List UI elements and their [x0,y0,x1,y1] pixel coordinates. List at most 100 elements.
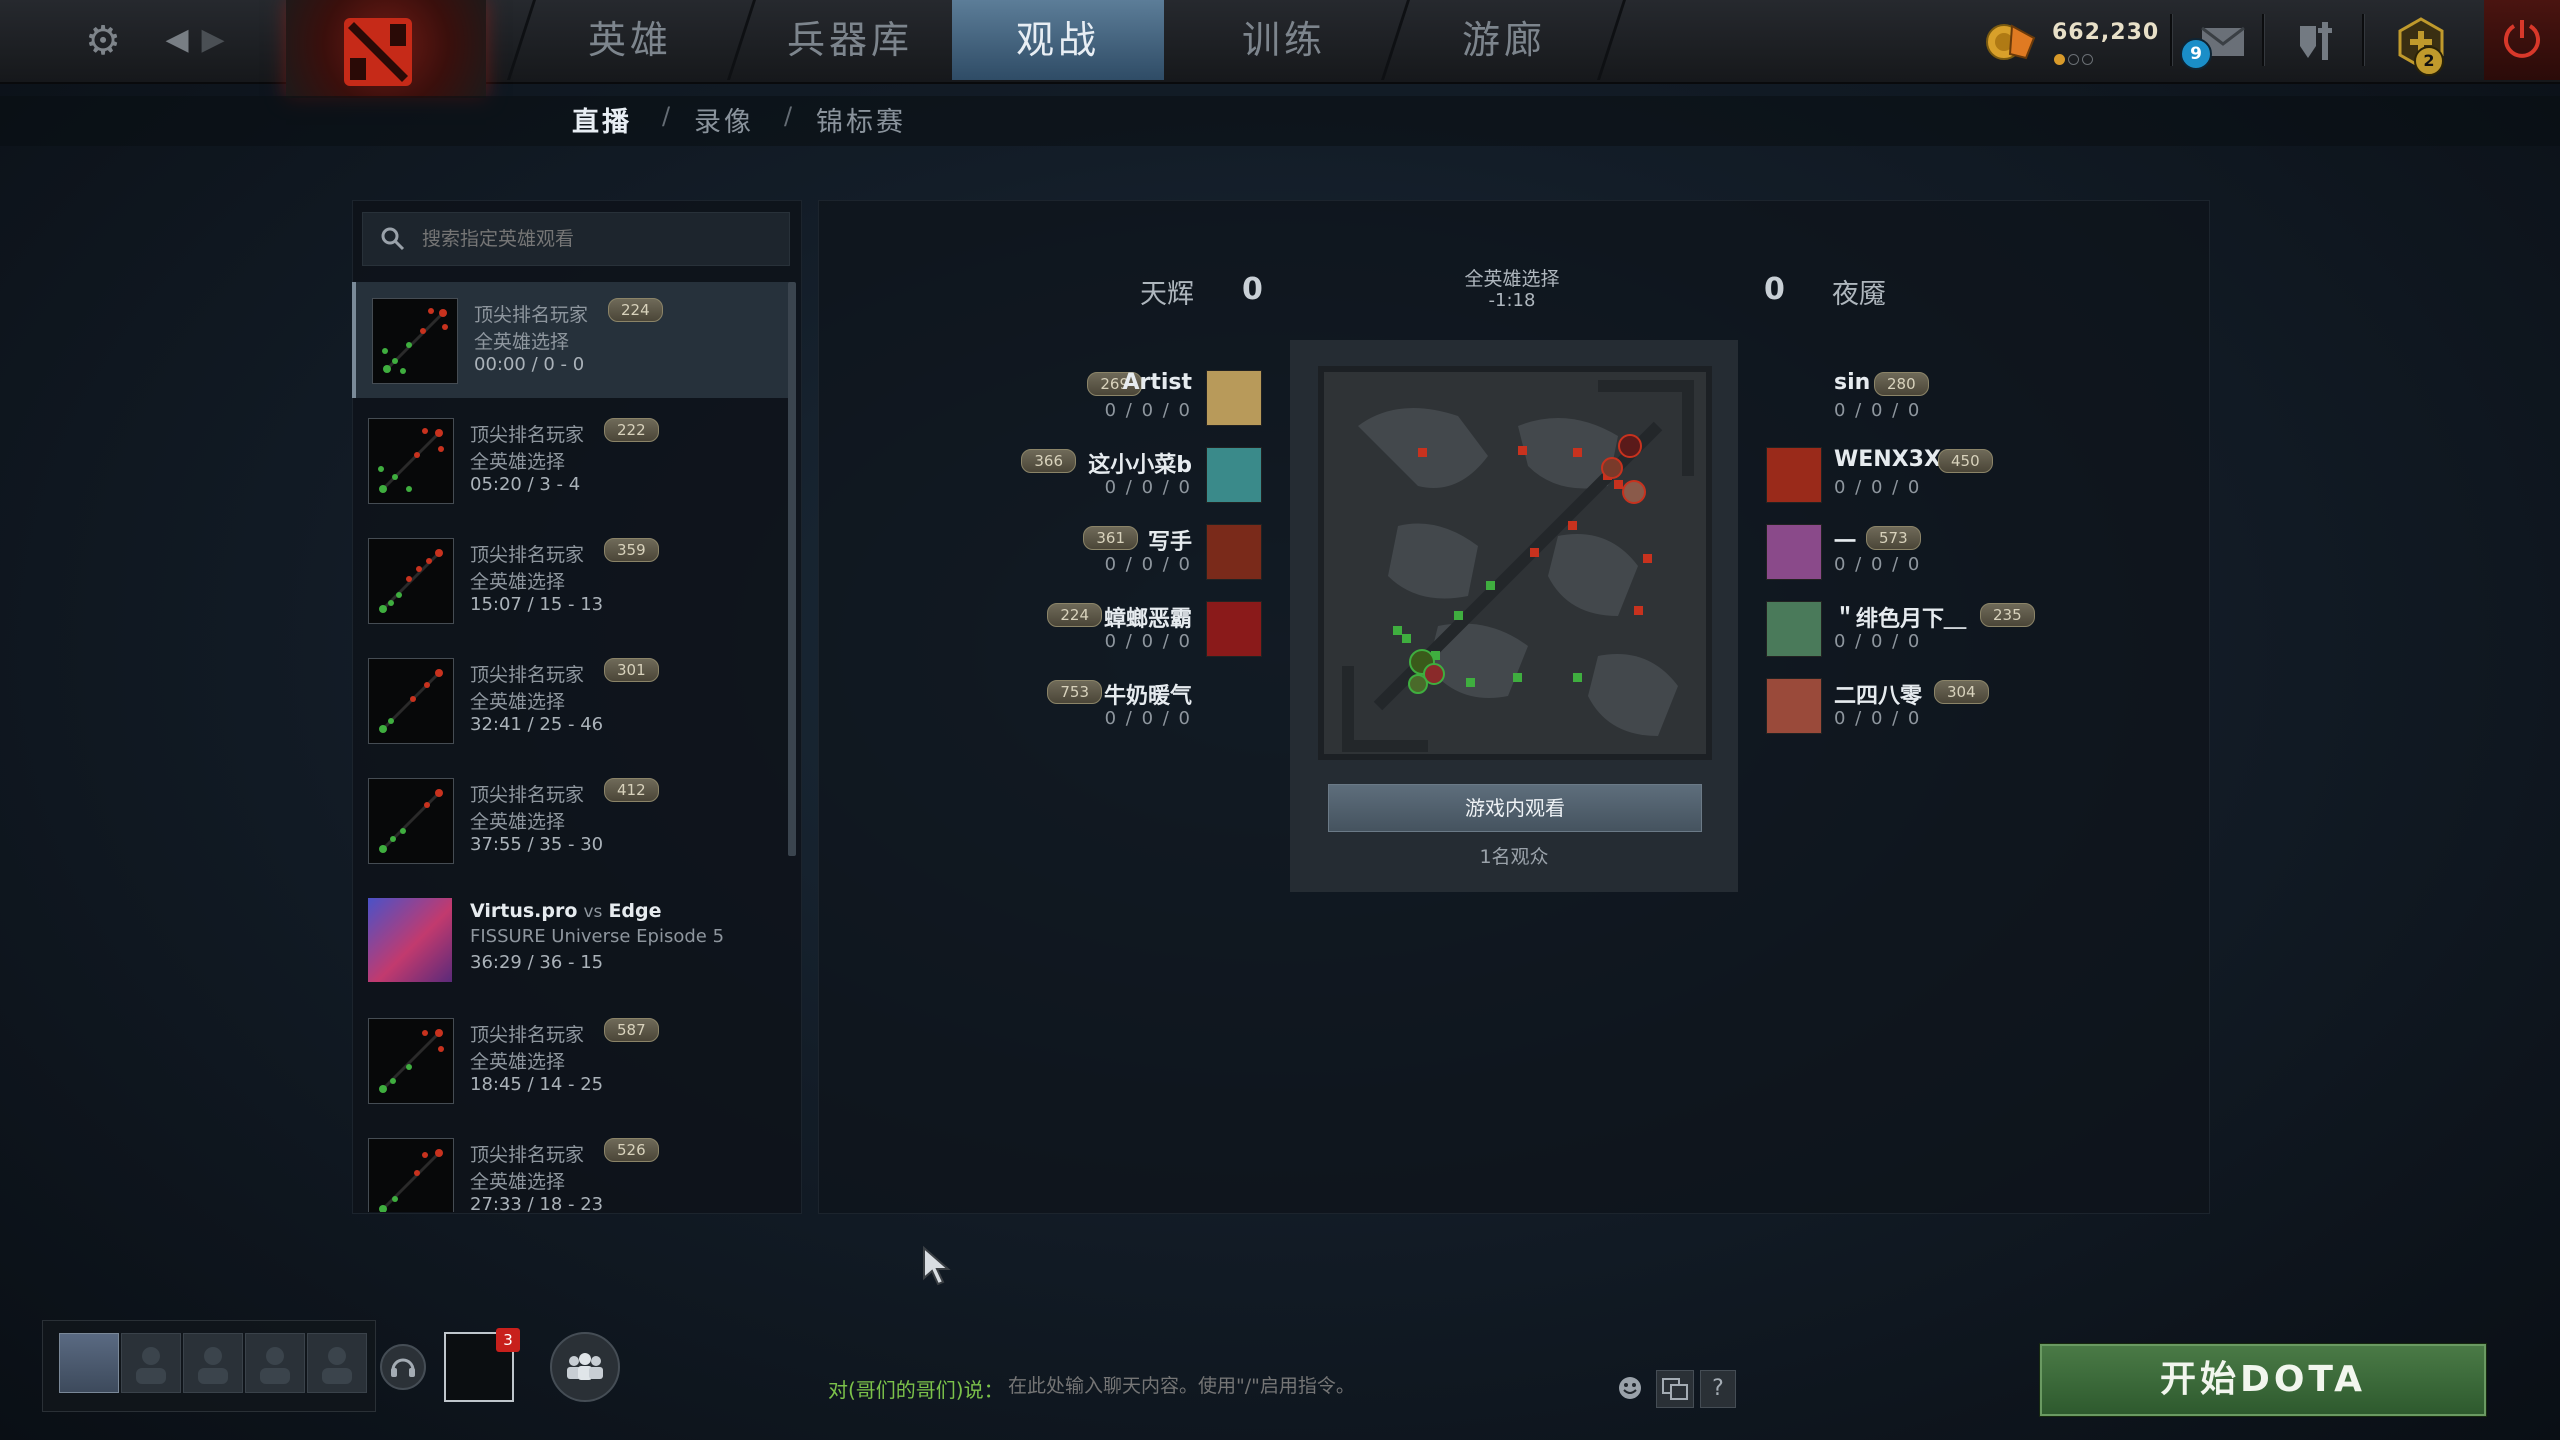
help-button[interactable]: ? [1700,1370,1736,1408]
forward-arrow-icon[interactable]: ▶ [196,22,230,58]
mmr-badge: 224 [1047,603,1102,627]
chat-count-badge: 3 [496,1328,520,1352]
player-row[interactable]: 269 Artist 0 / 0 / 0 [1000,368,1270,432]
game-title: 顶尖排名玩家 [470,664,585,686]
spectator-count: 1名观众 [1479,846,1549,868]
game-status: 00:00 / 0 - 0 [474,354,585,375]
live-game-item[interactable]: 顶尖排名玩家 587 全英雄选择 18:45 / 14 - 25 [352,1002,788,1118]
empty-party-slot[interactable] [245,1333,305,1393]
mail-count-badge: 9 [2180,38,2212,70]
radiant-team-name: 天辉 [1140,279,1194,310]
minimap-thumbnail [368,538,454,624]
player-name: ＂绯色月下＿ [1834,607,1967,632]
match-clock: -1:18 [1488,290,1536,311]
tournament-thumbnail [368,898,452,982]
hero-search-input[interactable] [420,224,764,254]
player-row[interactable]: 361 写手 0 / 0 / 0 [1000,522,1270,586]
hero-portrait [1766,447,1822,503]
live-game-item[interactable]: 顶尖排名玩家 224 全英雄选择 00:00 / 0 - 0 [352,282,792,398]
game-status: 15:07 / 15 - 13 [470,594,604,615]
quest-count-badge: 2 [2414,46,2444,76]
live-game-item[interactable]: 顶尖排名玩家 222 全英雄选择 05:20 / 3 - 4 [352,402,788,518]
dire-team-name: 夜魇 [1832,279,1886,310]
dota-logo-button[interactable] [286,0,486,98]
game-mode: 全英雄选择 [470,811,566,833]
minimap-thumbnail [368,778,454,864]
voice-chat-button[interactable] [380,1344,426,1390]
empty-party-slot[interactable] [121,1333,181,1393]
empty-party-slot[interactable] [307,1333,367,1393]
game-mode: 全英雄选择 [470,571,566,593]
game-title: 顶尖排名玩家 [470,1024,585,1046]
tab-armory[interactable]: 兵器库 [750,0,950,80]
game-status: 36:29 / 36 - 15 [470,952,604,973]
mmr-badge: 366 [1021,449,1076,473]
subtab-tournaments[interactable]: 锦标赛 [816,100,906,139]
tab-arcade[interactable]: 游廊 [1404,0,1604,80]
tab-heroes[interactable]: 英雄 [530,0,730,80]
match-teams: Virtus.pro vs Edge [470,900,662,922]
player-name: 二四八零 [1834,684,1923,709]
subnav-separator: / [784,102,793,130]
player-name: sin [1834,370,1871,395]
live-game-item[interactable]: 顶尖排名玩家 526 全英雄选择 27:33 / 18 - 23 [352,1122,788,1212]
player-row[interactable]: 二四八零 304 0 / 0 / 0 [1766,676,2066,740]
minimap-thumbnail [368,658,454,744]
person-silhouette-icon [136,1347,166,1384]
player-row[interactable]: sin 280 0 / 0 / 0 [1766,368,2066,432]
subtab-replays[interactable]: 录像 [694,100,754,139]
minimap-thumbnail [368,1018,454,1104]
list-scrollbar[interactable] [788,282,796,856]
match-mode: 全英雄选择 [1464,268,1560,290]
player-kda: 0 / 0 / 0 [1104,400,1192,421]
emoticon-icon[interactable] [1616,1374,1644,1402]
chat-input[interactable] [1006,1370,1590,1402]
mmr-badge: 587 [604,1018,659,1042]
player-row[interactable]: 一 573 0 / 0 / 0 [1766,522,2066,586]
live-game-item[interactable]: 顶尖排名玩家 359 全英雄选择 15:07 / 15 - 13 [352,522,788,638]
play-dota-button[interactable]: 开始DOTA [2040,1344,2486,1416]
player-row[interactable]: 753 牛奶暖气 0 / 0 / 0 [1000,676,1270,740]
empty-party-slot[interactable] [183,1333,243,1393]
watch-in-game-button[interactable]: 游戏内观看 [1328,784,1702,832]
translate-button[interactable] [1656,1370,1694,1408]
player-name: 蟑螂恶霸 [1103,607,1192,632]
settings-gear-icon[interactable]: ⚙ [80,18,126,64]
player-row[interactable]: ＂绯色月下＿ 235 0 / 0 / 0 [1766,599,2066,663]
player-kda: 0 / 0 / 0 [1104,554,1192,575]
dota-logo-icon [344,18,412,86]
player-row[interactable]: 224 蟑螂恶霸 0 / 0 / 0 [1000,599,1270,663]
hero-portrait [1206,370,1262,426]
minimap-thumbnail [372,298,458,384]
mouse-cursor-icon [923,1246,951,1286]
mmr-badge: 304 [1934,680,1989,704]
tab-learn[interactable]: 训练 [1174,0,1394,80]
mmr-badge: 222 [604,418,659,442]
live-game-item[interactable]: 顶尖排名玩家 301 全英雄选择 32:41 / 25 - 46 [352,642,788,758]
subtab-live[interactable]: 直播 [572,100,632,139]
tab-watch[interactable]: 观战 [952,0,1164,80]
live-game-item[interactable]: 顶尖排名玩家 412 全英雄选择 37:55 / 35 - 30 [352,762,788,878]
quit-button[interactable] [2484,0,2560,80]
live-game-item[interactable]: Virtus.pro vs Edge FISSURE Universe Epis… [352,882,788,998]
player-avatar[interactable] [59,1333,119,1393]
minimap-thumbnail [368,1138,454,1212]
game-status: 05:20 / 3 - 4 [470,474,581,495]
hero-portrait [1206,601,1262,657]
player-kda: 0 / 0 / 0 [1834,631,1922,652]
player-kda: 0 / 0 / 0 [1834,554,1922,575]
player-row[interactable]: 366 这小小菜b 0 / 0 / 0 [1000,445,1270,509]
match-minimap[interactable] [1318,366,1712,760]
back-arrow-icon[interactable]: ◀ [160,22,194,58]
game-status: 18:45 / 14 - 25 [470,1074,604,1095]
dire-score: 0 [1764,272,1785,307]
game-title: 顶尖排名玩家 [470,784,585,806]
person-silhouette-icon [322,1347,352,1384]
friends-button[interactable] [550,1332,620,1402]
player-name: 写手 [1147,530,1192,555]
armory-icon[interactable] [2292,16,2342,66]
chat-channel-label: 对(哥们的哥们)说： [828,1378,1004,1402]
game-mode: 全英雄选择 [470,451,566,473]
player-name: 一 [1834,530,1857,555]
player-row[interactable]: WENX3X 450 0 / 0 / 0 [1766,445,2066,509]
